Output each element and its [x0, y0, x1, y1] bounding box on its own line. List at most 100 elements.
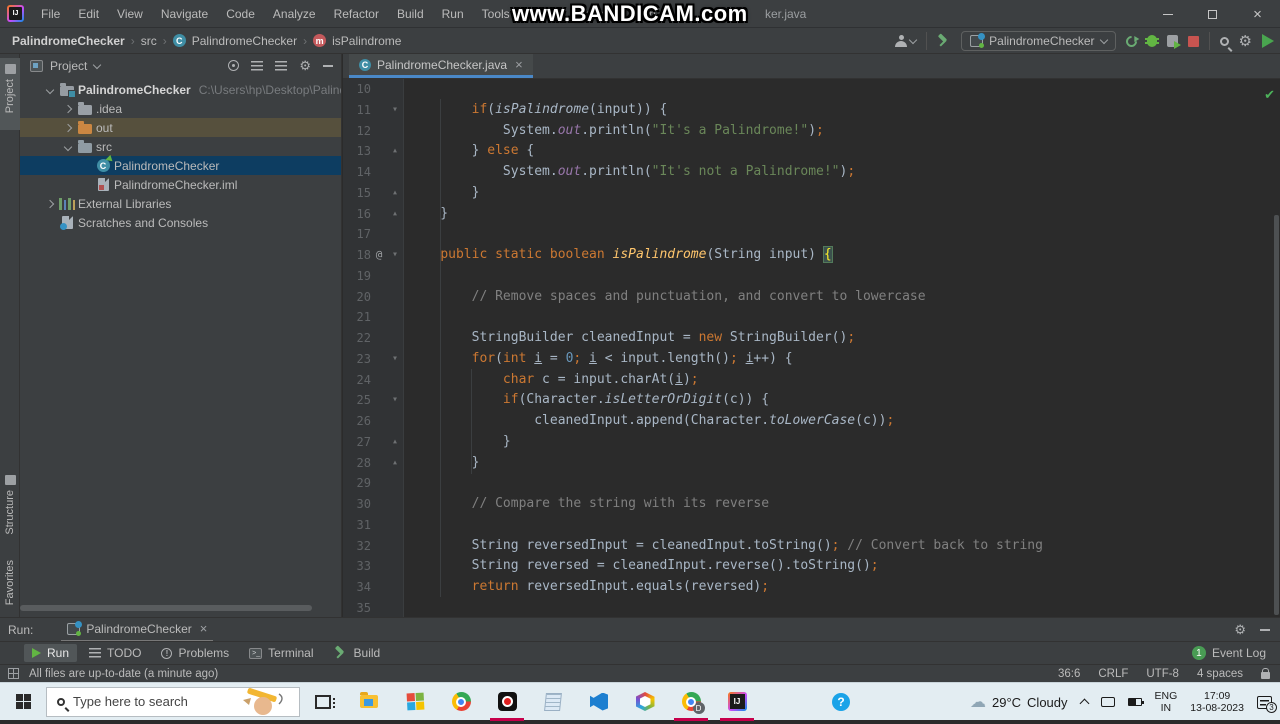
run-tab[interactable]: PalindromeChecker × — [61, 618, 214, 642]
locate-file-icon[interactable] — [228, 60, 240, 71]
file-explorer-button[interactable] — [346, 683, 392, 721]
start-button[interactable] — [0, 683, 46, 721]
menu-navigate[interactable]: Navigate — [152, 0, 217, 28]
coverage-button[interactable] — [1166, 35, 1181, 49]
chevron-closed-icon[interactable] — [45, 199, 55, 208]
file-encoding[interactable]: UTF-8 — [1146, 668, 1179, 680]
run-settings-gear-icon[interactable]: ⚙ — [1234, 622, 1246, 637]
run-configuration-select[interactable]: PalindromeChecker — [961, 31, 1116, 51]
battery-icon[interactable] — [1127, 698, 1144, 706]
breadcrumb-item[interactable]: src — [141, 34, 157, 48]
fold-marker-icon[interactable]: ▴ — [387, 141, 404, 162]
taskbar-search-input[interactable]: Type here to search — [46, 686, 300, 717]
chrome-profile-button[interactable]: D — [668, 683, 714, 721]
tree-item-palindromechecker[interactable]: C PalindromeChecker — [20, 156, 341, 175]
event-log-button[interactable]: 1 Event Log — [1191, 646, 1266, 660]
toolwindow-tab-terminal[interactable]: >_ Terminal — [241, 644, 321, 662]
menu-code[interactable]: Code — [217, 0, 264, 28]
indent-setting[interactable]: 4 spaces — [1197, 668, 1243, 680]
bandicam-button[interactable] — [484, 683, 530, 721]
fold-marker-icon[interactable]: ▾ — [387, 245, 404, 266]
toolwindow-tab-run[interactable]: Run — [24, 644, 78, 662]
tree-item-src[interactable]: src — [20, 137, 341, 156]
menu-build[interactable]: Build — [388, 0, 433, 28]
chrome-button[interactable] — [438, 683, 484, 721]
settings-gear-button[interactable]: ⚙ — [1239, 34, 1252, 49]
fold-marker-icon[interactable]: ▴ — [387, 452, 404, 474]
toolwindow-tab-todo[interactable]: TODO — [81, 644, 149, 662]
editor-scrollbar[interactable] — [1274, 215, 1279, 615]
close-button[interactable]: × — [1235, 0, 1280, 28]
intellij-taskbar-button[interactable] — [714, 683, 760, 721]
toolwindow-tab-build[interactable]: Build — [326, 644, 389, 662]
language-indicator[interactable]: ENG IN — [1155, 690, 1178, 714]
fold-marker-icon[interactable]: ▾ — [387, 99, 404, 121]
breadcrumb-item[interactable]: PalindromeChecker — [192, 34, 297, 48]
weather-widget[interactable]: ☁ 29°C Cloudy — [970, 692, 1068, 712]
tree-item-external-libraries[interactable]: External Libraries — [20, 194, 341, 213]
display-tray-icon[interactable] — [1100, 697, 1115, 707]
notification-icon[interactable]: 3 — [1257, 695, 1277, 713]
menu-edit[interactable]: Edit — [69, 0, 108, 28]
readonly-lock-icon[interactable] — [1261, 668, 1270, 679]
hide-run-panel-icon[interactable] — [1260, 628, 1270, 631]
task-view-button[interactable] — [300, 683, 346, 721]
inspection-ok-icon[interactable]: ✔ — [1264, 87, 1275, 103]
tray-expand-icon[interactable] — [1079, 698, 1089, 709]
toolwindow-tab-problems[interactable]: ! Problems — [153, 644, 237, 662]
tab-close-icon[interactable]: × — [200, 621, 208, 636]
tab-close-icon[interactable]: × — [515, 57, 523, 72]
fold-marker-icon[interactable]: ▾ — [387, 348, 404, 370]
vscode-button[interactable] — [576, 683, 622, 721]
chevron-closed-icon[interactable] — [63, 104, 73, 113]
code-area[interactable]: 10 11 ▾ if(isPalindrome(input)) {12 System… — [343, 79, 1280, 617]
menu-analyze[interactable]: Analyze — [264, 0, 325, 28]
editor-tab[interactable]: C PalindromeChecker.java × — [349, 54, 533, 78]
tool-tab-favorites[interactable]: Favorites — [0, 554, 20, 620]
hide-panel-icon[interactable] — [323, 64, 333, 67]
menu-view[interactable]: View — [108, 0, 152, 28]
hexagon-app-button[interactable] — [622, 683, 668, 721]
stop-button[interactable] — [1187, 35, 1199, 47]
help-button[interactable]: ? — [818, 683, 864, 721]
menu-file[interactable]: File — [32, 0, 69, 28]
collapse-all-icon[interactable] — [275, 60, 288, 71]
menu-run[interactable]: Run — [433, 0, 473, 28]
toolwindow-switcher-icon[interactable] — [8, 668, 19, 679]
menu-refactor[interactable]: Refactor — [325, 0, 388, 28]
horizontal-scrollbar[interactable] — [20, 605, 312, 611]
color-grid-app-button[interactable] — [392, 683, 438, 721]
minimize-button[interactable] — [1145, 0, 1190, 28]
maximize-button[interactable] — [1190, 0, 1235, 28]
breadcrumb-item[interactable]: isPalindrome — [332, 34, 401, 48]
plugin-play-icon[interactable] — [1262, 34, 1274, 48]
chevron-open-icon[interactable] — [45, 85, 55, 94]
panel-settings-icon[interactable]: ⚙ — [299, 58, 311, 73]
tree-item-out[interactable]: out — [20, 118, 341, 137]
tree-item-scratches-and-consoles[interactable]: Scratches and Consoles — [20, 213, 341, 232]
user-profile-button[interactable] — [895, 35, 918, 47]
tree-item-palindromechecker-iml[interactable]: PalindromeChecker.iml — [20, 175, 341, 194]
caret-position[interactable]: 36:6 — [1058, 668, 1080, 680]
notepad-button[interactable] — [530, 683, 576, 721]
fold-marker-icon[interactable]: ▾ — [387, 390, 404, 411]
run-button[interactable] — [1123, 33, 1139, 49]
tree-item--idea[interactable]: .idea — [20, 99, 341, 118]
run-config-icon — [970, 33, 986, 48]
clock[interactable]: 17:09 13-08-2023 — [1190, 690, 1244, 714]
search-everywhere-button[interactable] — [1219, 36, 1229, 46]
expand-all-icon[interactable] — [251, 60, 264, 71]
fold-marker-icon[interactable]: ▴ — [387, 203, 404, 225]
fold-marker-icon[interactable]: ▴ — [387, 182, 404, 204]
chevron-closed-icon[interactable] — [63, 123, 73, 132]
fold-marker-icon[interactable]: ▴ — [387, 431, 404, 453]
tree-item-palindromechecker[interactable]: PalindromeChecker C:\Users\hp\Desktop\Pal… — [20, 80, 341, 99]
build-hammer-button[interactable] — [937, 34, 951, 48]
chevron-open-icon[interactable] — [63, 142, 73, 151]
breadcrumb-item[interactable]: PalindromeChecker — [12, 34, 125, 48]
line-separator[interactable]: CRLF — [1098, 668, 1128, 680]
tool-tab-structure[interactable]: Structure — [0, 469, 20, 547]
tool-tab-project[interactable]: Project — [0, 58, 20, 130]
debug-button[interactable] — [1144, 35, 1159, 47]
gutter-annotation — [371, 265, 387, 287]
